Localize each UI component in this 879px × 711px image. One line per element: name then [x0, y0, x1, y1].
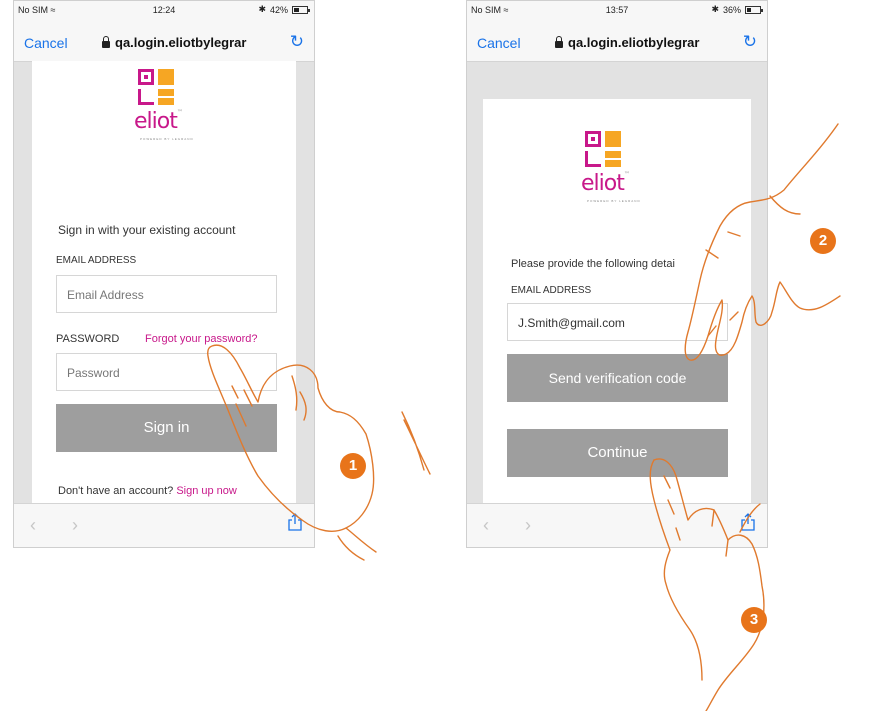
email-label: EMAIL ADDRESS — [56, 255, 137, 266]
battery-icon — [292, 5, 310, 14]
eliot-logo: eliot™ POWERED BY LEGRAND — [581, 131, 651, 221]
email-input[interactable]: J.Smith@gmail.com — [507, 303, 728, 341]
bluetooth-icon: ✱ — [258, 4, 266, 14]
share-icon[interactable] — [741, 513, 755, 531]
step-badge-2: 2 — [810, 228, 836, 254]
battery-percent: 42% — [269, 4, 288, 15]
forward-arrow-icon[interactable]: › — [72, 515, 78, 536]
url-field[interactable]: qa.login.eliotbylegrar — [102, 35, 246, 50]
url-text: qa.login.eliotbylegrar — [115, 35, 247, 50]
sign-in-heading: Sign in with your existing account — [58, 223, 236, 237]
phone-screen-verification: No SIM ≈ 13:57 ✱ 36% Cancel qa.login.eli… — [466, 0, 768, 548]
browser-toolbar: ‹ › — [467, 503, 767, 547]
send-verification-code-button[interactable]: Send verification code — [507, 354, 728, 402]
eliot-logo: eliot™ POWERED BY LEGRAND — [134, 69, 204, 159]
reload-icon[interactable]: ↻ — [743, 32, 757, 52]
continue-button[interactable]: Continue — [507, 429, 728, 477]
bluetooth-icon: ✱ — [711, 4, 719, 14]
battery-icon — [745, 5, 763, 14]
signup-row: Don't have an account? Sign up now — [58, 485, 237, 497]
lock-icon — [555, 36, 563, 48]
step-badge-3: 3 — [741, 607, 767, 633]
password-label: PASSWORD — [56, 333, 120, 345]
step-badge-1: 1 — [340, 453, 366, 479]
email-label: EMAIL ADDRESS — [511, 285, 592, 296]
back-arrow-icon[interactable]: ‹ — [30, 515, 36, 536]
share-icon[interactable] — [288, 513, 302, 531]
browser-toolbar: ‹ › — [14, 503, 314, 547]
signup-prompt: Don't have an account? — [58, 485, 174, 497]
url-text: qa.login.eliotbylegrar — [568, 35, 700, 50]
back-arrow-icon[interactable]: ‹ — [483, 515, 489, 536]
sign-in-button[interactable]: Sign in — [56, 404, 277, 452]
battery-indicator: ✱ 36% — [711, 4, 763, 15]
logo-tagline: POWERED BY LEGRAND — [140, 137, 194, 141]
forgot-password-link[interactable]: Forgot your password? — [145, 333, 258, 345]
battery-indicator: ✱ 42% — [258, 4, 310, 15]
sign-in-form: eliot™ POWERED BY LEGRAND Sign in with y… — [32, 61, 296, 504]
battery-fill — [747, 7, 752, 12]
cancel-button[interactable]: Cancel — [477, 35, 521, 51]
logo-wordmark: eliot™ — [581, 171, 630, 196]
battery-fill — [294, 7, 300, 12]
lock-icon — [102, 36, 110, 48]
reload-icon[interactable]: ↻ — [290, 32, 304, 52]
logo-tagline: POWERED BY LEGRAND — [587, 199, 641, 203]
email-input[interactable]: Email Address — [56, 275, 277, 313]
instructions-text: Please provide the following detai — [511, 258, 675, 270]
browser-url-bar: Cancel qa.login.eliotbylegrar ↻ — [467, 23, 767, 62]
sign-up-link[interactable]: Sign up now — [176, 485, 237, 497]
cancel-button[interactable]: Cancel — [24, 35, 68, 51]
status-bar: No SIM ≈ 12:24 ✱ 42% — [14, 1, 314, 23]
battery-percent: 36% — [722, 4, 741, 15]
password-input[interactable]: Password — [56, 353, 277, 391]
verification-form: eliot™ POWERED BY LEGRAND Please provide… — [483, 99, 751, 504]
logo-mark — [585, 131, 601, 147]
logo-wordmark: eliot™ — [134, 109, 183, 134]
url-field[interactable]: qa.login.eliotbylegrar — [555, 35, 699, 50]
browser-url-bar: Cancel qa.login.eliotbylegrar ↻ — [14, 23, 314, 62]
forward-arrow-icon[interactable]: › — [525, 515, 531, 536]
logo-mark — [138, 69, 154, 85]
status-bar: No SIM ≈ 13:57 ✱ 36% — [467, 1, 767, 23]
phone-screen-sign-in: No SIM ≈ 12:24 ✱ 42% Cancel qa.login.eli… — [13, 0, 315, 548]
